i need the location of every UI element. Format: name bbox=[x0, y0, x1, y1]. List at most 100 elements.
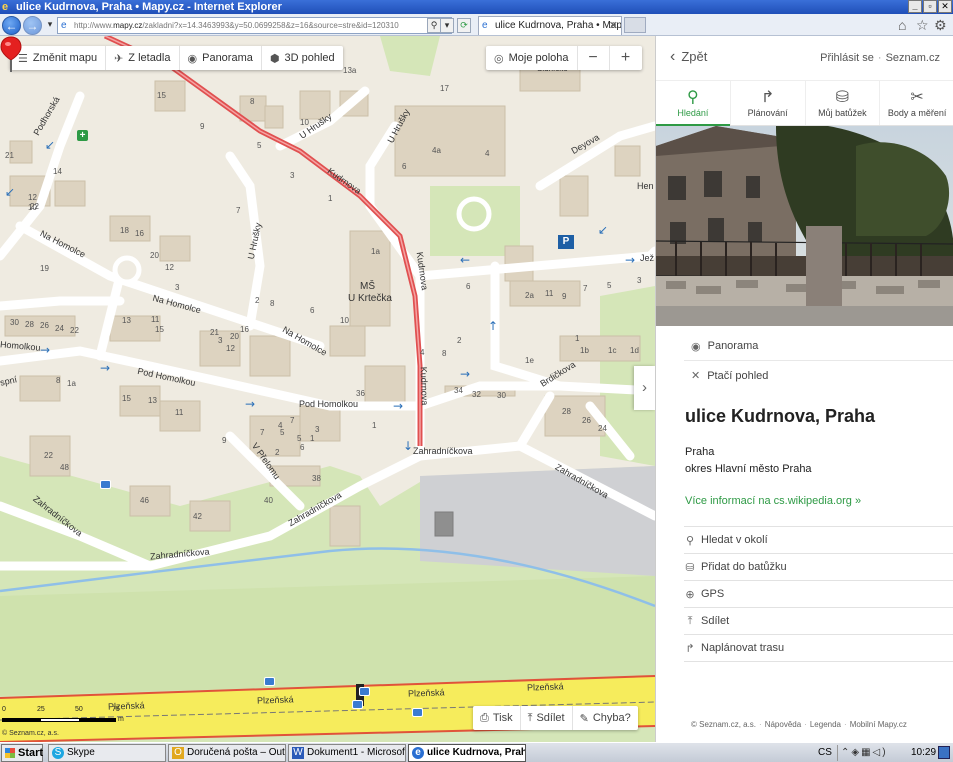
aerial-button[interactable]: ✈ Z letadla bbox=[106, 46, 180, 70]
pharmacy-icon[interactable]: + bbox=[77, 130, 88, 141]
tab-close-icon[interactable]: ✕ bbox=[609, 17, 618, 35]
house-number: 14 bbox=[53, 167, 62, 176]
house-number: 40 bbox=[264, 496, 273, 505]
house-number: 3 bbox=[218, 336, 223, 345]
house-number: 22 bbox=[70, 326, 79, 335]
location-pin-icon[interactable] bbox=[0, 36, 22, 74]
gps-button[interactable]: ⊕ GPS bbox=[684, 581, 953, 608]
map-copyright: © Seznam.cz, a.s. bbox=[2, 730, 59, 737]
minimize-button[interactable]: _ bbox=[908, 0, 922, 13]
history-dropdown-icon[interactable]: ▾ bbox=[43, 18, 57, 33]
birds-eye-view-link[interactable]: ✕ Ptačí pohled bbox=[684, 361, 953, 390]
tab-search[interactable]: ⚲ Hledání bbox=[656, 81, 731, 126]
tram-stop-icon-3[interactable] bbox=[352, 700, 363, 709]
tab-tools[interactable]: ✂ Body a měření bbox=[880, 81, 953, 125]
zoom-out-button[interactable]: − bbox=[578, 46, 610, 70]
house-number: 6 bbox=[466, 282, 471, 291]
footer-mobile-link[interactable]: Mobilní Mapy.cz bbox=[850, 720, 907, 729]
route-icon: ↱ bbox=[685, 642, 695, 655]
house-number: 2 bbox=[255, 296, 260, 305]
scale-bar bbox=[2, 718, 116, 722]
report-error-button[interactable]: ✎ Chyba? bbox=[573, 706, 638, 730]
address-bar[interactable]: e http://www.mapy.cz/zakladni?x=14.34639… bbox=[57, 17, 452, 34]
close-button[interactable]: ✕ bbox=[938, 0, 952, 13]
browser-toolbar: ← → ▾ e http://www.mapy.cz/zakladni?x=14… bbox=[0, 14, 953, 36]
house-number: 3 bbox=[175, 283, 180, 292]
house-number: 15 bbox=[155, 325, 164, 334]
taskbar-item-skype[interactable]: S Skype bbox=[48, 744, 166, 762]
house-number: 1a bbox=[371, 247, 380, 256]
add-to-backpack-button[interactable]: ⛁ Přidat do batůžku bbox=[684, 554, 953, 581]
browser-tab[interactable]: e ulice Kudrnova, Praha • Map... ✕ bbox=[478, 16, 622, 35]
house-number: 11 bbox=[175, 408, 184, 417]
house-number: 20 bbox=[150, 251, 159, 260]
tram-stop-icon-4[interactable] bbox=[412, 708, 423, 717]
tray-icons[interactable]: ⌃◈▦◁) bbox=[841, 744, 888, 761]
clock[interactable]: 10:29 bbox=[911, 744, 936, 761]
tab-backpack[interactable]: ⛁ Můj batůžek bbox=[806, 81, 881, 125]
address-dropdown-icon[interactable]: ▾ bbox=[440, 18, 454, 33]
house-number: 12 bbox=[28, 193, 37, 202]
footer-help-link[interactable]: Nápověda bbox=[765, 720, 801, 729]
scale-unit: m bbox=[118, 716, 124, 723]
panorama-view-link[interactable]: ◉ Panorama bbox=[684, 332, 953, 361]
back-link[interactable]: ‹ Zpět bbox=[670, 48, 707, 64]
taskbar-skype-label: Skype bbox=[67, 747, 95, 758]
plan-route-button[interactable]: ↱ Naplánovat trasu bbox=[684, 635, 953, 662]
house-number: 24 bbox=[55, 324, 64, 333]
zoom-in-button[interactable]: + bbox=[610, 46, 642, 70]
tab-planning-label: Plánování bbox=[747, 108, 788, 118]
share-place-button[interactable]: ⤒ Sdílet bbox=[684, 608, 953, 635]
tram-stop-icon[interactable] bbox=[264, 677, 275, 686]
share-map-button[interactable]: ⤒ Sdílet bbox=[521, 706, 573, 730]
house-number: 5 bbox=[607, 281, 612, 290]
forward-arrow-icon[interactable]: → bbox=[23, 16, 42, 35]
street-label-zahradnickova: Zahradníčkova bbox=[413, 446, 473, 456]
birds-eye-view-label: Ptačí pohled bbox=[707, 369, 769, 382]
3d-view-button[interactable]: ⬢ 3D pohled bbox=[262, 46, 343, 70]
search-nearby-button[interactable]: ⚲ Hledat v okolí bbox=[684, 527, 953, 554]
back-arrow-icon[interactable]: ← bbox=[2, 16, 21, 35]
parking-icon[interactable]: P bbox=[558, 235, 574, 249]
house-number: 1 bbox=[575, 334, 580, 343]
home-icon[interactable]: ⌂ bbox=[898, 18, 906, 32]
show-desktop-button[interactable] bbox=[938, 746, 950, 759]
ie-logo-icon: e bbox=[2, 1, 9, 13]
refresh-icon[interactable]: ⟳ bbox=[457, 18, 471, 33]
start-button[interactable]: Start bbox=[1, 744, 43, 762]
tram-stop-icon-2[interactable] bbox=[359, 687, 370, 696]
place-city: Praha bbox=[685, 446, 715, 458]
bus-stop-icon[interactable] bbox=[100, 480, 111, 489]
change-map-button[interactable]: ☰ Změnit mapu bbox=[10, 46, 107, 70]
panorama-photo[interactable] bbox=[656, 126, 953, 326]
footer-legend-link[interactable]: Legenda bbox=[810, 720, 841, 729]
favorites-star-icon[interactable]: ☆ bbox=[916, 18, 929, 32]
seznam-link[interactable]: Seznam.cz bbox=[886, 52, 940, 64]
my-location-button[interactable]: ◎ Moje poloha bbox=[486, 46, 578, 70]
svg-text:↙: ↙ bbox=[598, 223, 608, 237]
panorama-button[interactable]: ◉ Panorama bbox=[180, 46, 262, 70]
place-actions: ⚲ Hledat v okolí ⛁ Přidat do batůžku ⊕ GPS … bbox=[684, 526, 953, 662]
house-number: 26 bbox=[40, 321, 49, 330]
new-tab-button[interactable] bbox=[624, 17, 646, 33]
language-indicator[interactable]: CS bbox=[818, 744, 832, 761]
3d-view-label: 3D pohled bbox=[284, 52, 335, 64]
gear-icon[interactable]: ⚙ bbox=[934, 18, 947, 32]
map-canvas[interactable]: ↙ ↙ → → → → ← ↑ → ↙ → ↓ + P Kudrnova Kud… bbox=[0, 36, 655, 742]
wikipedia-link[interactable]: Více informací na cs.wikipedia.org » bbox=[685, 495, 861, 507]
search-nearby-label: Hledat v okolí bbox=[701, 534, 768, 546]
windows-logo-icon bbox=[5, 748, 15, 758]
login-link[interactable]: Přihlásit se bbox=[820, 52, 874, 64]
eye-icon: ◉ bbox=[187, 52, 198, 65]
search-address-icon[interactable]: ⚲ bbox=[427, 18, 441, 33]
taskbar-item-ie[interactable]: eulice Kudrnova, Praha... bbox=[408, 744, 526, 762]
restore-button[interactable]: ▫ bbox=[923, 0, 937, 13]
tab-planning[interactable]: ↱ Plánování bbox=[731, 81, 806, 125]
taskbar-item-word[interactable]: WDokument1 - Microsoft ... bbox=[288, 744, 406, 762]
print-button[interactable]: ⎙ Tisk bbox=[473, 706, 521, 730]
view-options: ◉ Panorama ✕ Ptačí pohled bbox=[684, 332, 953, 390]
taskbar-item-outlook[interactable]: ODoručená pošta – Outloo... bbox=[168, 744, 286, 762]
site-favicon-icon: e bbox=[61, 20, 67, 31]
collapse-panel-chevron-icon[interactable]: › bbox=[634, 366, 655, 410]
svg-text:→: → bbox=[245, 397, 255, 411]
